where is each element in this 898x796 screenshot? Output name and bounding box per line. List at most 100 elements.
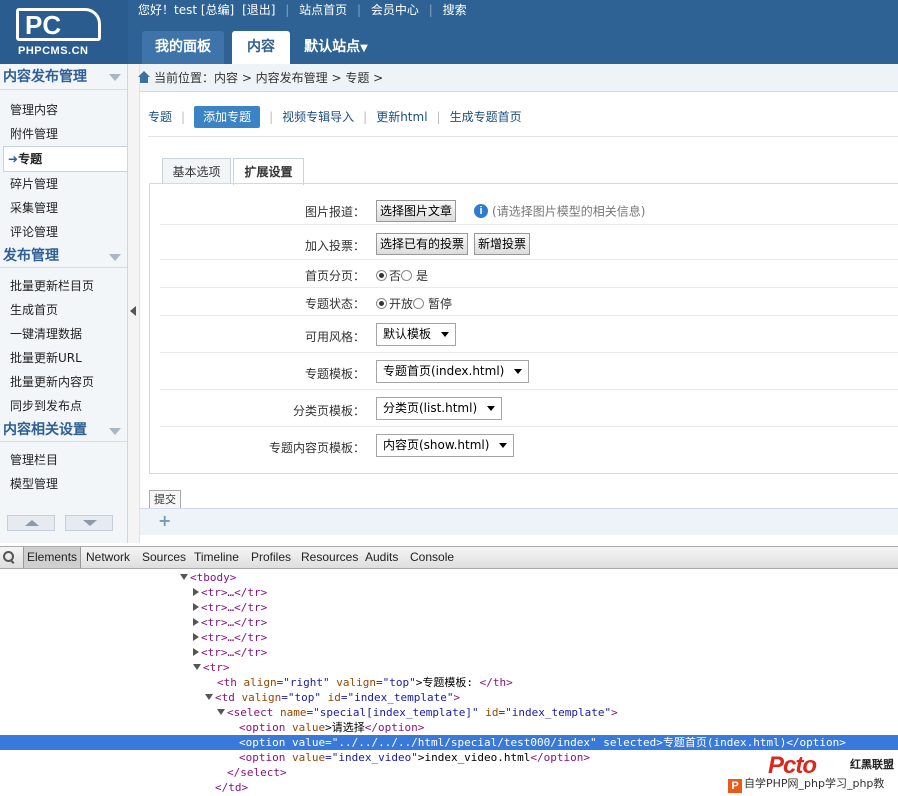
top-links: 您好！test [总编] [退出] | 站点首页 | 会员中心 | 搜索 bbox=[138, 1, 467, 17]
dom-node[interactable]: <option value>请选择</option> bbox=[0, 720, 898, 735]
radio-paging-yes[interactable] bbox=[401, 270, 413, 281]
dom-node[interactable]: <tr>…</tr> bbox=[0, 645, 898, 660]
subnav-update-html[interactable]: 更新html bbox=[376, 106, 427, 128]
site-home-link[interactable]: 站点首页 bbox=[299, 1, 347, 18]
expand-icon[interactable] bbox=[217, 709, 225, 715]
dom-node[interactable]: <select name="special[index_template]" i… bbox=[0, 705, 898, 720]
dom-node[interactable]: <td valign="top" id="index_template"> bbox=[0, 690, 898, 705]
sidebar-collapse-handle[interactable] bbox=[128, 64, 140, 543]
tab-my-panel[interactable]: 我的面板 bbox=[142, 31, 224, 64]
node-text: >index_video.html bbox=[417, 751, 531, 764]
sidebar-item-sync[interactable]: 同步到发布点 bbox=[0, 394, 127, 418]
scroll-down-button[interactable] bbox=[65, 515, 113, 531]
sidebar-item-topic[interactable]: ➜专题 bbox=[3, 146, 127, 172]
sidebar-item-gen-home[interactable]: 生成首页 bbox=[0, 298, 127, 322]
search-icon[interactable] bbox=[2, 550, 16, 564]
collapse-icon[interactable] bbox=[193, 618, 199, 626]
sidebar-item-models[interactable]: 模型管理 bbox=[0, 472, 127, 496]
search-link[interactable]: 搜索 bbox=[443, 1, 467, 18]
logout-link[interactable]: [退出] bbox=[242, 1, 275, 18]
select-picture-article-button[interactable]: 选择图片文章 bbox=[376, 200, 457, 222]
tab-extended-settings[interactable]: 扩展设置 bbox=[233, 158, 304, 185]
dom-node[interactable]: <tbody> bbox=[0, 570, 898, 585]
collapse-icon[interactable] bbox=[193, 588, 199, 596]
tag: </td> bbox=[215, 781, 249, 794]
separator: | bbox=[285, 3, 290, 17]
dom-node[interactable]: <tr> bbox=[0, 660, 898, 675]
sidebar-group-title: 内容发布管理 bbox=[3, 69, 87, 85]
select-existing-vote-button[interactable]: 选择已有的投票 bbox=[376, 233, 469, 255]
dom-node[interactable]: <tr>…</tr> bbox=[0, 585, 898, 600]
plus-icon[interactable]: + bbox=[158, 511, 171, 530]
subnav-add-topic[interactable]: 添加专题 bbox=[194, 106, 261, 128]
dom-node[interactable]: <tr>…</tr> bbox=[0, 630, 898, 645]
chevron-down-icon bbox=[514, 369, 523, 374]
sidebar-item-clean-data[interactable]: 一键清理数据 bbox=[0, 322, 127, 346]
dom-node[interactable]: <th align="right" valign="top">专题模板: </t… bbox=[0, 675, 898, 690]
attr-name: valign bbox=[241, 691, 282, 704]
collapse-arrow-icon[interactable] bbox=[109, 254, 121, 261]
sidebar-item-batch-content[interactable]: 批量更新内容页 bbox=[0, 370, 127, 394]
devtools-tab-console[interactable]: Console bbox=[410, 547, 454, 568]
sidebar-group-publish[interactable]: 发布管理 bbox=[0, 244, 127, 268]
tab-basic-options[interactable]: 基本选项 bbox=[162, 158, 231, 184]
sidebar-group-content-publish[interactable]: 内容发布管理 bbox=[0, 64, 127, 90]
collapse-arrow-icon[interactable] bbox=[109, 74, 121, 81]
dom-node-selected[interactable]: <option value="../../../../html/special/… bbox=[0, 735, 898, 750]
sidebar-item-fragments[interactable]: 碎片管理 bbox=[0, 172, 127, 196]
topic-template-select[interactable]: 专题首页(index.html) bbox=[376, 360, 530, 383]
dom-node[interactable]: <tr>…</tr> bbox=[0, 615, 898, 630]
scroll-up-button[interactable] bbox=[7, 515, 55, 531]
style-select[interactable]: 默认模板 bbox=[376, 323, 457, 346]
site-dropdown[interactable]: 默认站点▼ bbox=[296, 31, 376, 64]
logo[interactable]: PC PHPCMS.CN bbox=[0, 0, 128, 64]
member-center-link[interactable]: 会员中心 bbox=[371, 1, 419, 18]
attr-name: align bbox=[243, 676, 277, 689]
collapse-icon[interactable] bbox=[193, 633, 199, 641]
sidebar-item-batch-url[interactable]: 批量更新URL bbox=[0, 346, 127, 370]
devtools-tab-elements[interactable]: Elements bbox=[23, 547, 82, 568]
devtools-tab-network[interactable]: Network bbox=[86, 547, 130, 568]
content-template-select[interactable]: 内容页(show.html) bbox=[376, 434, 515, 457]
form-panel: 图片报道： 选择图片文章 i (请选择图片模型的相关信息) 加入投票： 选择已有的投… bbox=[149, 183, 898, 474]
attr-name: name bbox=[279, 706, 307, 719]
add-vote-button[interactable]: 新增投票 bbox=[474, 233, 531, 255]
sidebar-item-manage-content[interactable]: 管理内容 bbox=[0, 98, 127, 122]
radio-status-pause[interactable] bbox=[413, 298, 425, 309]
list-template-select[interactable]: 分类页(list.html) bbox=[376, 397, 503, 420]
devtools-tab-resources[interactable]: Resources bbox=[301, 547, 358, 568]
radio-status-open[interactable] bbox=[376, 298, 387, 309]
radio-paging-no[interactable] bbox=[376, 270, 387, 281]
sidebar-item-batch-category[interactable]: 批量更新栏目页 bbox=[0, 274, 127, 298]
devtools-tab-audits[interactable]: Audits bbox=[365, 547, 398, 568]
subnav-gen-topic-home[interactable]: 生成专题首页 bbox=[450, 106, 522, 128]
expand-icon[interactable] bbox=[193, 664, 201, 670]
form-row-list-template: 分类页模板： 分类页(list.html) bbox=[160, 391, 898, 427]
expand-icon[interactable] bbox=[205, 694, 213, 700]
tab-content[interactable]: 内容 bbox=[232, 31, 290, 64]
sidebar-item-categories[interactable]: 管理栏目 bbox=[0, 448, 127, 472]
sidebar-item-comments[interactable]: 评论管理 bbox=[0, 220, 127, 244]
radio-label: 暂停 bbox=[428, 297, 453, 311]
chevron-down-icon bbox=[487, 406, 496, 411]
tag: <tr>…</tr> bbox=[201, 631, 268, 644]
tag: <td bbox=[215, 691, 242, 704]
arrow-left-icon bbox=[130, 306, 136, 316]
devtools-tab-timeline[interactable]: Timeline bbox=[194, 547, 239, 568]
collapse-icon[interactable] bbox=[193, 648, 199, 656]
dom-node[interactable]: <tr>…</tr> bbox=[0, 600, 898, 615]
sidebar-group-settings[interactable]: 内容相关设置 bbox=[0, 418, 127, 442]
expand-icon[interactable] bbox=[180, 574, 188, 580]
subnav-video-import[interactable]: 视频专辑导入 bbox=[282, 106, 354, 128]
devtools-tab-profiles[interactable]: Profiles bbox=[251, 547, 291, 568]
divider bbox=[148, 136, 898, 137]
subnav-topic[interactable]: 专题 bbox=[148, 106, 172, 128]
attr-value: ="top" bbox=[281, 691, 328, 704]
collapse-icon[interactable] bbox=[193, 603, 199, 611]
devtools-tab-sources[interactable]: Sources bbox=[142, 547, 186, 568]
attr-value: ="right" bbox=[276, 676, 337, 689]
sidebar-item-collect[interactable]: 采集管理 bbox=[0, 196, 127, 220]
collapse-arrow-icon[interactable] bbox=[109, 428, 121, 435]
submit-button[interactable]: 提交 bbox=[149, 490, 181, 509]
sidebar-item-attachments[interactable]: 附件管理 bbox=[0, 122, 127, 146]
